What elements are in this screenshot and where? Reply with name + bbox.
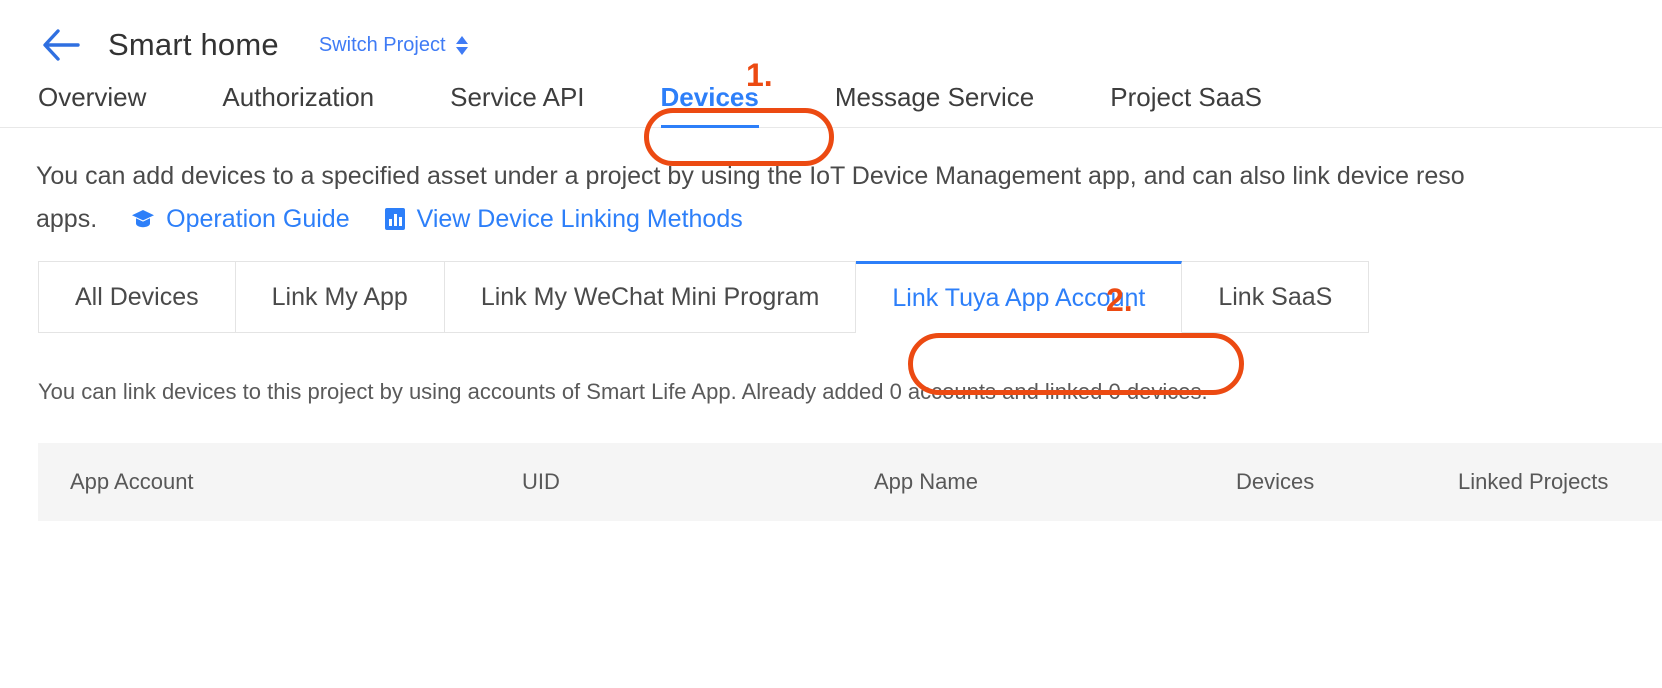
linked-accounts-table: App Account UID App Name Devices Linked …: [38, 443, 1662, 521]
description-line-2: apps. Operation Guide View Device Linkin…: [36, 199, 1662, 240]
column-header-linked-projects[interactable]: Linked Projects: [1426, 443, 1662, 521]
column-header-app-account[interactable]: App Account: [38, 443, 490, 521]
table-header-row: App Account UID App Name Devices Linked …: [38, 443, 1662, 521]
description-line-1: You can add devices to a specified asset…: [36, 162, 1465, 190]
document-chart-icon: [384, 207, 406, 231]
view-device-linking-methods-link[interactable]: View Device Linking Methods: [384, 199, 743, 240]
sub-tab-bar: All Devices Link My App Link My WeChat M…: [38, 261, 1662, 333]
sub-tab-link-tuya-app-account[interactable]: Link Tuya App Account: [856, 261, 1183, 333]
sub-tab-link-saas[interactable]: Link SaaS: [1182, 261, 1370, 333]
page-header: Smart home Switch Project: [0, 0, 1662, 62]
link-account-info-text: You can link devices to this project by …: [38, 379, 1208, 404]
graduation-cap-icon: [131, 208, 155, 230]
tab-overview[interactable]: Overview: [38, 82, 146, 127]
back-arrow-icon[interactable]: [38, 22, 84, 68]
view-device-linking-methods-label: View Device Linking Methods: [416, 204, 743, 233]
devices-description: You can add devices to a specified asset…: [0, 128, 1662, 239]
sub-tab-link-my-wechat-mini-program[interactable]: Link My WeChat Mini Program: [444, 261, 857, 333]
tab-devices[interactable]: Devices: [660, 82, 760, 128]
switch-project-label: Switch Project: [318, 33, 446, 56]
up-down-caret-icon: [455, 35, 468, 55]
operation-guide-label: Operation Guide: [166, 204, 350, 233]
tab-authorization[interactable]: Authorization: [222, 82, 374, 127]
sub-tab-link-my-app[interactable]: Link My App: [235, 261, 445, 333]
tab-message-service[interactable]: Message Service: [835, 82, 1034, 127]
tab-service-api[interactable]: Service API: [450, 82, 584, 127]
description-line-2-text: apps.: [36, 204, 98, 233]
sub-tab-all-devices[interactable]: All Devices: [38, 261, 236, 333]
column-header-app-name[interactable]: App Name: [842, 443, 1204, 521]
column-header-uid[interactable]: UID: [490, 443, 842, 521]
operation-guide-link[interactable]: Operation Guide: [131, 199, 350, 240]
main-tab-bar: Overview Authorization Service API Devic…: [0, 66, 1662, 128]
tab-project-saas[interactable]: Project SaaS: [1110, 82, 1262, 127]
page-title: Smart home: [108, 27, 279, 62]
switch-project-button[interactable]: Switch Project: [319, 34, 468, 57]
column-header-devices[interactable]: Devices: [1204, 443, 1426, 521]
